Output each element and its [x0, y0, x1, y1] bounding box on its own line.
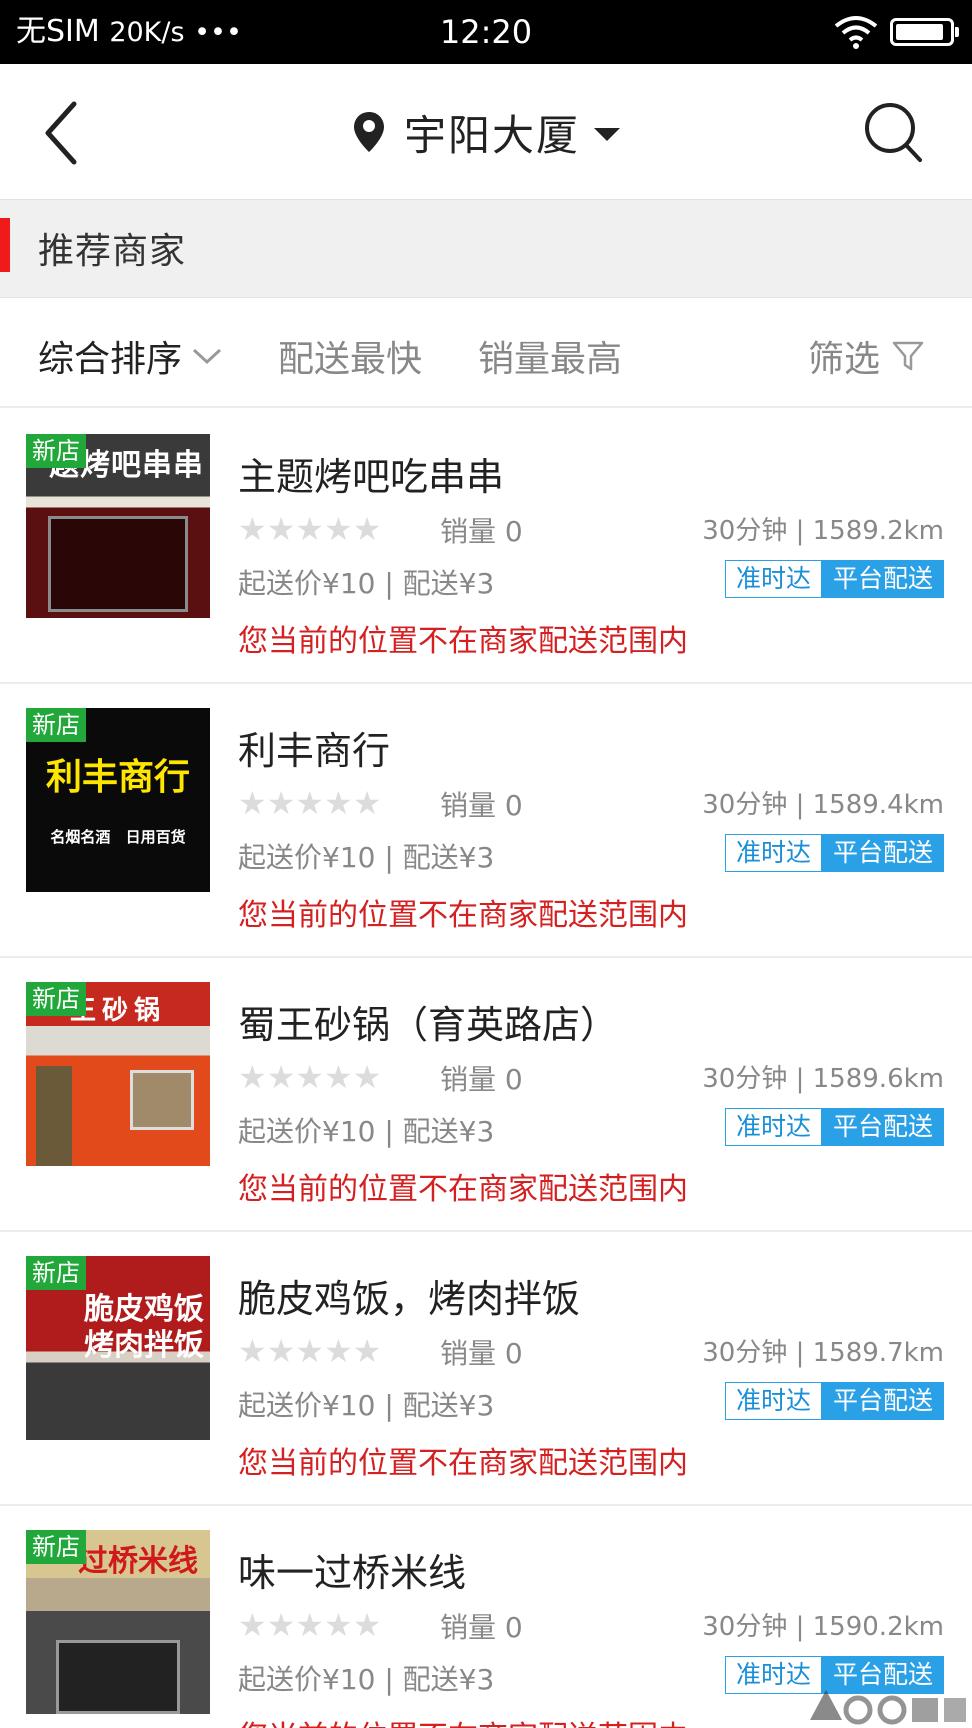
section-header: 推荐商家: [0, 200, 972, 298]
sort-comprehensive-label: 综合排序: [38, 339, 183, 380]
shop-distance: 30分钟 | 1589.4km: [702, 790, 944, 820]
shop-tags: 准时达 平台配送: [724, 1108, 944, 1146]
battery-level: [896, 24, 944, 40]
shop-fees: 起送价¥10 | 配送¥3: [238, 1389, 495, 1422]
sort-bestselling[interactable]: 销量最高: [478, 330, 622, 382]
on-time-tag: 准时达: [724, 834, 822, 872]
new-shop-badge: 新店: [26, 1256, 86, 1290]
shop-photo-sign: 脆皮鸡饭 烤肉拌饭: [26, 1292, 210, 1364]
shop-photo-subtext: 名烟名酒 日用百货: [50, 828, 186, 846]
shop-name: 主题烤吧吃串串: [238, 455, 505, 499]
wifi-icon: [834, 16, 878, 49]
shop-sales: 销量 0: [440, 1611, 523, 1644]
shop-sales: 销量 0: [440, 1337, 523, 1370]
sort-bar: 综合排序 配送最快 销量最高 筛选: [0, 298, 972, 408]
shop-distance: 30分钟 | 1590.2km: [702, 1612, 944, 1642]
out-of-range-warning: 您当前的位置不在商家配送范围内: [238, 1446, 688, 1481]
platform-delivery-tag: 平台配送: [821, 560, 944, 598]
section-title: 推荐商家: [38, 231, 187, 272]
star-icons: ★★★★★: [238, 510, 382, 548]
shop-fees: 起送价¥10 | 配送¥3: [238, 567, 495, 600]
filter-icon: [892, 341, 924, 371]
new-shop-badge: 新店: [26, 982, 86, 1016]
sort-fastest[interactable]: 配送最快: [278, 330, 422, 382]
shop-distance: 30分钟 | 1589.6km: [702, 1064, 944, 1094]
section-accent-bar: [0, 218, 10, 272]
shop-card[interactable]: 利丰商行 名烟名酒 日用百货 新店 利丰商行 ★★★★★ 销量 0 30分钟 |…: [0, 684, 972, 958]
filter-label: 筛选: [808, 339, 881, 380]
rating-stars: ★★★★★: [238, 786, 385, 820]
shop-distance: 30分钟 | 1589.2km: [702, 516, 944, 546]
on-time-tag: 准时达: [724, 1108, 822, 1146]
filter-button[interactable]: 筛选: [808, 330, 924, 382]
shop-photo-sign-line: 脆皮鸡饭: [84, 1292, 204, 1327]
shop-name: 利丰商行: [238, 729, 391, 773]
shop-photo-door: [56, 1640, 180, 1714]
shop-thumbnail: 脆皮鸡饭 烤肉拌饭 新店: [26, 1256, 210, 1440]
shop-distance: 30分钟 | 1589.7km: [702, 1338, 944, 1368]
shop-card[interactable]: 题烤吧串串 新店 主题烤吧吃串串 ★★★★★ 销量 0 30分钟 | 1589.…: [0, 410, 972, 684]
rating-stars: ★★★★★: [238, 1060, 385, 1094]
status-time: 12:20: [439, 13, 533, 51]
out-of-range-warning: 您当前的位置不在商家配送范围内: [238, 1172, 688, 1207]
location-selector[interactable]: 宇阳大厦: [0, 104, 972, 160]
out-of-range-warning: 您当前的位置不在商家配送范围内: [238, 1712, 688, 1728]
rating-stars: ★★★★★: [238, 1608, 385, 1642]
shop-fees: 起送价¥10 | 配送¥3: [238, 841, 495, 874]
shop-thumbnail: 过桥米线 新店: [26, 1530, 210, 1714]
rating-stars: ★★★★★: [238, 512, 385, 546]
shop-sales: 销量 0: [440, 1063, 523, 1096]
battery-icon: [890, 18, 959, 46]
shop-tags: 准时达 平台配送: [724, 1382, 944, 1420]
location-title: 宇阳大厦: [403, 110, 580, 160]
shop-photo-sign: 利丰商行: [45, 757, 190, 798]
sort-comprehensive[interactable]: 综合排序: [38, 330, 222, 382]
shop-tags: 准时达 平台配送: [724, 834, 944, 872]
new-shop-badge: 新店: [26, 434, 86, 468]
caret-down-icon: [594, 127, 620, 141]
platform-delivery-tag: 平台配送: [821, 1382, 944, 1420]
shop-photo-sign-line: 烤肉拌饭: [84, 1328, 204, 1363]
star-icons: ★★★★★: [238, 1332, 382, 1370]
shop-name: 脆皮鸡饭，烤肉拌饭: [238, 1277, 581, 1321]
out-of-range-warning: 您当前的位置不在商家配送范围内: [238, 898, 688, 933]
watermark-logo: [810, 1690, 966, 1725]
shop-photo-window: [48, 516, 188, 612]
shop-card[interactable]: 王砂锅 新店 蜀王砂锅（育英路店） ★★★★★ 销量 0 30分钟 | 1589…: [0, 958, 972, 1232]
shop-sales: 销量 0: [440, 789, 523, 822]
shop-fees: 起送价¥10 | 配送¥3: [238, 1663, 495, 1696]
chevron-down-icon: [192, 348, 222, 365]
search-icon[interactable]: [862, 100, 928, 166]
shop-photo-window: [130, 1070, 194, 1130]
status-bar: 无SIM 20K/s ••• 12:20: [0, 0, 972, 64]
shop-thumbnail: 利丰商行 名烟名酒 日用百货 新店: [26, 708, 210, 892]
shop-name: 蜀王砂锅（育英路店）: [238, 1003, 619, 1047]
shop-fees: 起送价¥10 | 配送¥3: [238, 1115, 495, 1148]
sort-fastest-label: 配送最快: [278, 339, 423, 380]
new-shop-badge: 新店: [26, 1530, 86, 1564]
star-icons: ★★★★★: [238, 1606, 382, 1644]
out-of-range-warning: 您当前的位置不在商家配送范围内: [238, 624, 688, 659]
shop-card[interactable]: 脆皮鸡饭 烤肉拌饭 新店 脆皮鸡饭，烤肉拌饭 ★★★★★ 销量 0 30分钟 |…: [0, 1232, 972, 1506]
header: 宇阳大厦: [0, 64, 972, 200]
shop-sales: 销量 0: [440, 515, 523, 548]
shop-name: 味一过桥米线: [238, 1551, 467, 1595]
on-time-tag: 准时达: [724, 1382, 822, 1420]
location-pin-icon: [353, 112, 384, 152]
sort-bestselling-label: 销量最高: [478, 339, 623, 380]
platform-delivery-tag: 平台配送: [821, 1108, 944, 1146]
star-icons: ★★★★★: [238, 784, 382, 822]
new-shop-badge: 新店: [26, 708, 86, 742]
shop-photo-door: [36, 1066, 72, 1166]
rating-stars: ★★★★★: [238, 1334, 385, 1368]
star-icons: ★★★★★: [238, 1058, 382, 1096]
on-time-tag: 准时达: [724, 560, 822, 598]
shop-thumbnail: 王砂锅 新店: [26, 982, 210, 1166]
shop-thumbnail: 题烤吧串串 新店: [26, 434, 210, 618]
shop-tags: 准时达 平台配送: [724, 560, 944, 598]
platform-delivery-tag: 平台配送: [821, 834, 944, 872]
